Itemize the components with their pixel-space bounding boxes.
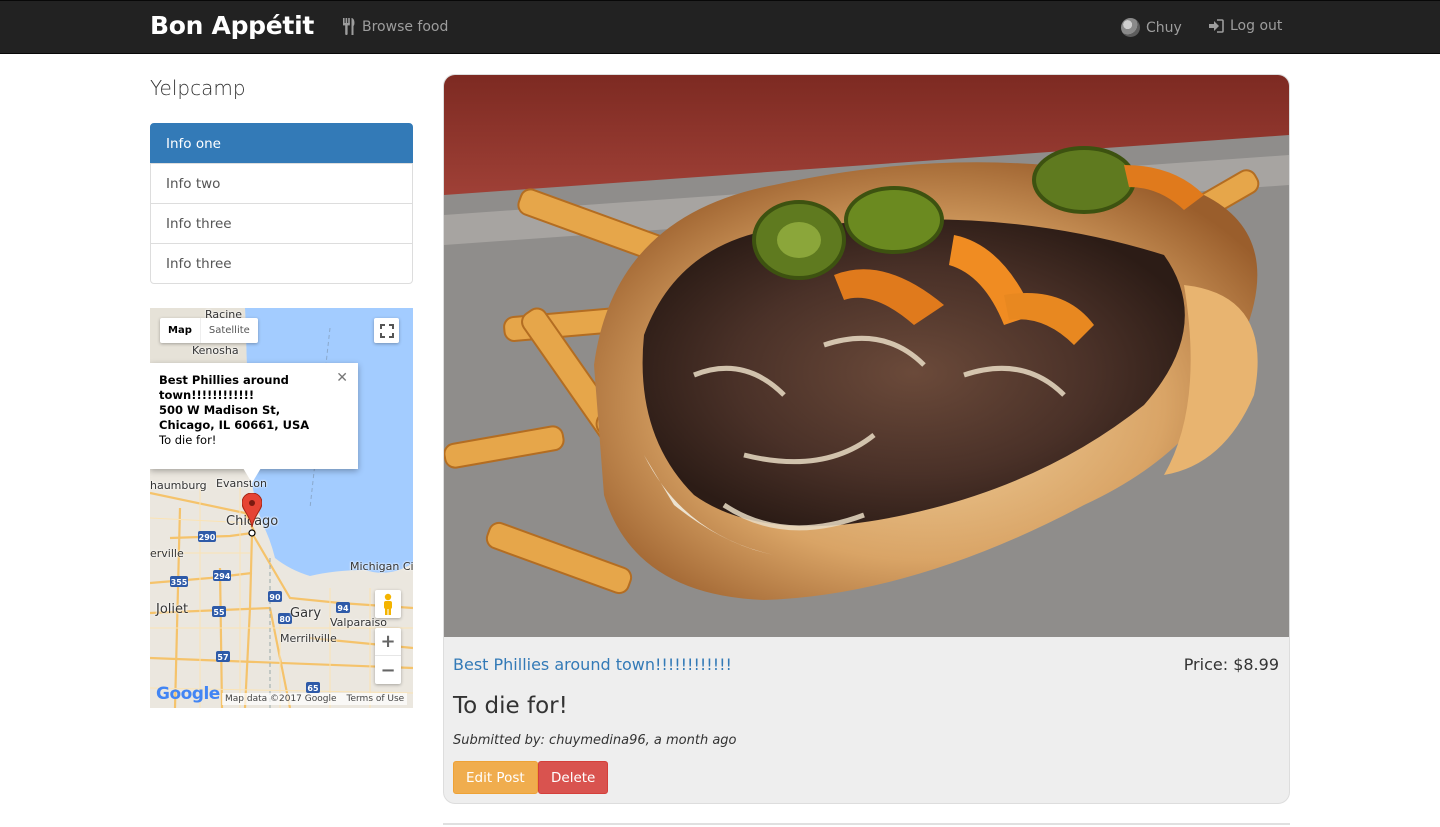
next-card-edge bbox=[443, 823, 1290, 827]
zoom-control: + − bbox=[375, 628, 401, 684]
logout-label: Log out bbox=[1230, 18, 1283, 34]
map-data-text: Map data ©2017 Google bbox=[225, 694, 337, 704]
browse-food-label: Browse food bbox=[362, 18, 449, 35]
map-type-map-button[interactable]: Map bbox=[160, 318, 201, 343]
google-map[interactable]: 290 355 294 90 55 80 94 57 65 Racine Ken… bbox=[150, 308, 413, 708]
city-gary: Gary bbox=[290, 606, 322, 621]
post-description: To die for! bbox=[453, 693, 568, 719]
google-logo[interactable]: Google bbox=[156, 684, 220, 704]
info-item-four[interactable]: Info three bbox=[150, 243, 413, 284]
brand-logo[interactable]: Bon Appétit bbox=[150, 11, 314, 40]
food-photo bbox=[444, 75, 1289, 637]
terms-of-use-link[interactable]: Terms of Use bbox=[347, 694, 405, 704]
info-item-two[interactable]: Info two bbox=[150, 163, 413, 204]
city-joliet: Joliet bbox=[156, 602, 189, 617]
post-submitted-by: Submitted by: chuymedina96, a month ago bbox=[453, 733, 737, 748]
delete-post-button[interactable]: Delete bbox=[538, 761, 609, 794]
shield-294: 294 bbox=[214, 572, 231, 581]
navbar: Bon Appétit Browse food Chuy Log out bbox=[0, 0, 1440, 54]
street-view-button[interactable] bbox=[375, 590, 401, 618]
edit-post-button[interactable]: Edit Post bbox=[453, 761, 538, 794]
info-window-address-2: Chicago, IL 60661, USA bbox=[159, 418, 310, 432]
info-window-title: Best Phillies around town!!!!!!!!!!!! bbox=[159, 373, 289, 402]
shield-55: 55 bbox=[213, 608, 225, 617]
shield-290: 290 bbox=[199, 533, 216, 542]
city-kenosha: Kenosha bbox=[192, 344, 239, 357]
map-marker-icon[interactable] bbox=[242, 493, 262, 537]
map-type-control: Map Satellite bbox=[160, 318, 258, 343]
user-name: Chuy bbox=[1146, 19, 1182, 36]
city-naperville: erville bbox=[150, 547, 184, 560]
map-type-satellite-button[interactable]: Satellite bbox=[201, 318, 258, 343]
info-window-tail bbox=[243, 468, 261, 483]
post-title-link[interactable]: Best Phillies around town!!!!!!!!!!!! bbox=[453, 655, 732, 674]
map-info-window: Best Phillies around town!!!!!!!!!!!! 50… bbox=[150, 363, 358, 469]
info-window-address-1: 500 W Madison St, bbox=[159, 403, 281, 417]
info-item-three[interactable]: Info three bbox=[150, 203, 413, 244]
shield-65: 65 bbox=[307, 684, 319, 693]
logout-link[interactable]: Log out bbox=[1208, 18, 1282, 34]
user-link[interactable]: Chuy bbox=[1121, 18, 1182, 37]
cutlery-icon bbox=[343, 18, 355, 35]
post-price: Price: $8.99 bbox=[1183, 655, 1279, 674]
post-thumbnail: Best Phillies around town!!!!!!!!!!!! Pr… bbox=[443, 74, 1290, 804]
log-out-icon bbox=[1209, 19, 1224, 33]
shield-355: 355 bbox=[171, 578, 188, 587]
city-michigan-city: Michigan Ci bbox=[350, 560, 413, 573]
shield-90: 90 bbox=[269, 593, 281, 602]
info-window-desc: To die for! bbox=[159, 433, 217, 447]
pegman-icon bbox=[384, 593, 392, 615]
fullscreen-icon bbox=[379, 323, 394, 338]
city-merrillville: Merrillville bbox=[280, 632, 337, 645]
shield-94: 94 bbox=[337, 604, 349, 613]
close-icon[interactable]: ✕ bbox=[336, 371, 348, 386]
zoom-out-button[interactable]: − bbox=[375, 656, 401, 684]
browse-food-link[interactable]: Browse food bbox=[342, 18, 448, 35]
shield-57: 57 bbox=[217, 653, 228, 662]
avatar bbox=[1121, 18, 1140, 37]
map-attribution: Map data ©2017 Google Terms of Use bbox=[222, 693, 408, 705]
info-list: Info one Info two Info three Info three bbox=[150, 123, 413, 284]
info-item-one[interactable]: Info one bbox=[150, 123, 413, 164]
sidebar-title: Yelpcamp bbox=[150, 76, 246, 100]
city-schaumburg: haumburg bbox=[150, 479, 207, 492]
fullscreen-button[interactable] bbox=[374, 318, 399, 343]
zoom-in-button[interactable]: + bbox=[375, 628, 401, 656]
